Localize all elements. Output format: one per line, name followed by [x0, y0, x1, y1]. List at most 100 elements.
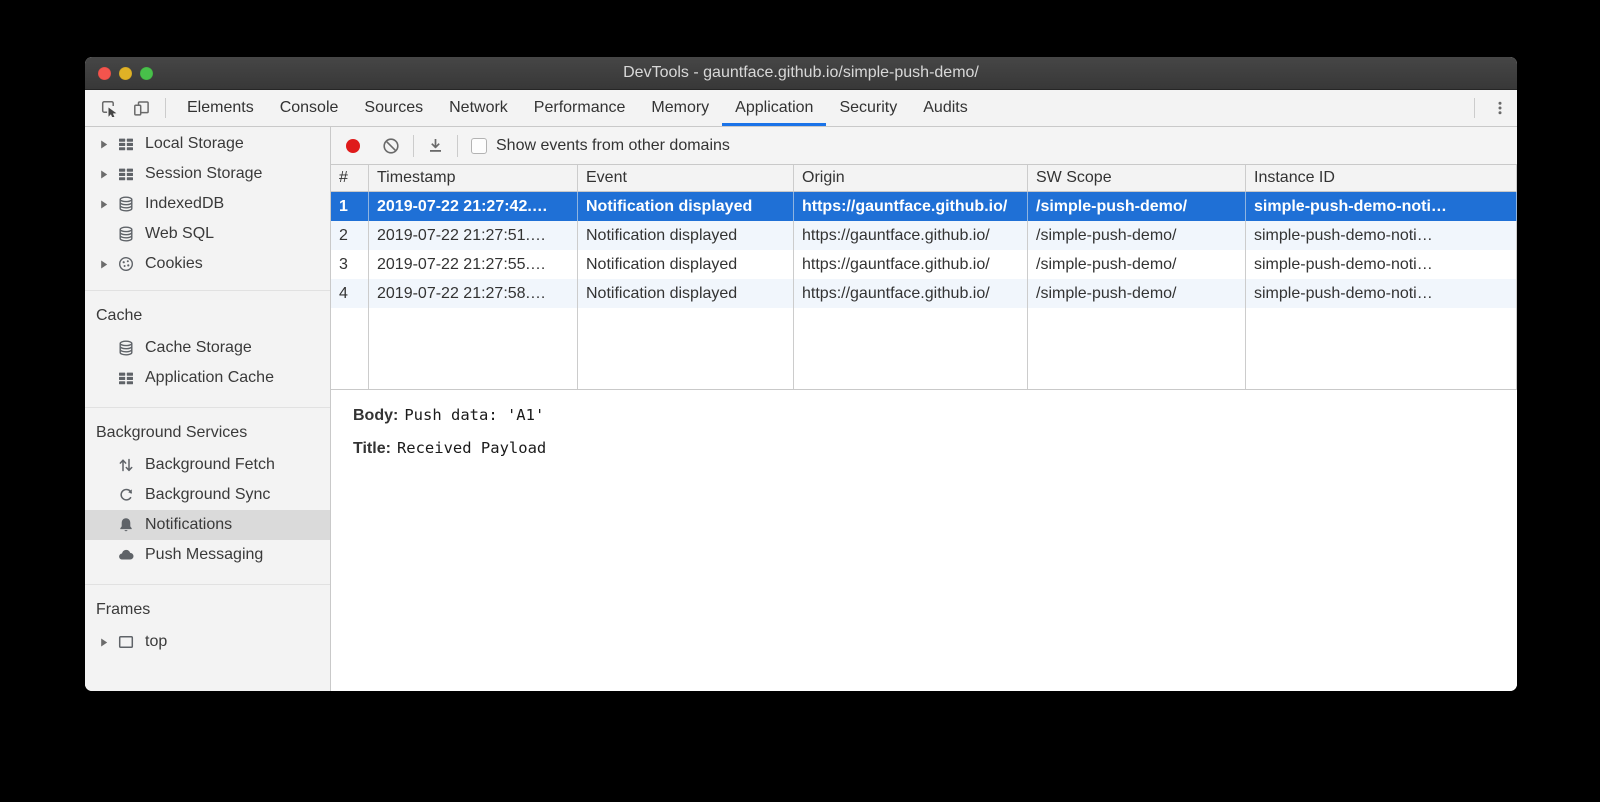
- inspect-element-button[interactable]: [93, 90, 125, 126]
- zoom-button[interactable]: [140, 67, 153, 80]
- detail-title-line: Title: Received Payload: [353, 439, 1495, 458]
- sidebar-item-notifications[interactable]: Notifications: [85, 510, 330, 540]
- disclosure-triangle-icon[interactable]: [100, 200, 116, 209]
- cell-sw-scope[interactable]: /simple-push-demo/: [1028, 279, 1246, 308]
- save-events-button[interactable]: [427, 137, 444, 154]
- cell-number[interactable]: 4: [331, 279, 369, 308]
- sidebar-item-session-storage[interactable]: Session Storage: [85, 159, 330, 189]
- show-events-checkbox[interactable]: [471, 138, 487, 154]
- cell-sw-scope[interactable]: /simple-push-demo/: [1028, 250, 1246, 279]
- disclosure-triangle-icon[interactable]: [100, 260, 116, 269]
- cloud-icon: [116, 547, 136, 563]
- frames-section: Frames top: [85, 584, 330, 671]
- sidebar-item-label: Web SQL: [145, 225, 214, 243]
- sidebar-item-cookies[interactable]: Cookies: [85, 249, 330, 279]
- table-icon: [116, 136, 136, 152]
- column-header-instance-id[interactable]: Instance ID: [1246, 165, 1517, 191]
- body-value: Push data: 'A1': [404, 406, 544, 424]
- sidebar-item-background-fetch[interactable]: Background Fetch: [85, 450, 330, 480]
- grid-header-row: # Timestamp Event Origin SW Scope Instan…: [331, 165, 1517, 192]
- cell-number[interactable]: 1: [331, 192, 369, 221]
- record-button[interactable]: [346, 139, 360, 153]
- notifications-event-grid: # Timestamp Event Origin SW Scope Instan…: [331, 165, 1517, 390]
- tab-sources[interactable]: Sources: [351, 90, 436, 126]
- devtools-tab-bar: Elements Console Sources Network Perform…: [85, 90, 1517, 127]
- inspect-icon: [101, 100, 118, 117]
- sidebar-item-local-storage[interactable]: Local Storage: [85, 129, 330, 159]
- database-icon: [116, 226, 136, 242]
- cell-origin[interactable]: https://gauntface.github.io/: [794, 250, 1028, 279]
- column-header-number[interactable]: #: [331, 165, 369, 191]
- devtools-menu-button[interactable]: [1483, 90, 1517, 126]
- cell-timestamp[interactable]: 2019-07-22 21:27:51.…: [369, 221, 578, 250]
- tab-console[interactable]: Console: [267, 90, 352, 126]
- disclosure-triangle-icon[interactable]: [100, 140, 116, 149]
- cell-instance-id[interactable]: simple-push-demo-noti…: [1246, 221, 1517, 250]
- cell-event[interactable]: Notification displayed: [578, 192, 794, 221]
- tab-audits[interactable]: Audits: [910, 90, 980, 126]
- cell-timestamp[interactable]: 2019-07-22 21:27:55.…: [369, 250, 578, 279]
- cell-instance-id[interactable]: simple-push-demo-noti…: [1246, 192, 1517, 221]
- table-row[interactable]: 3 2019-07-22 21:27:55.… Notification dis…: [331, 250, 1517, 279]
- disclosure-triangle-icon[interactable]: [100, 170, 116, 179]
- window-title: DevTools - gauntface.github.io/simple-pu…: [623, 64, 979, 82]
- sidebar-item-label: Push Messaging: [145, 546, 263, 564]
- tab-memory[interactable]: Memory: [638, 90, 722, 126]
- show-events-label[interactable]: Show events from other domains: [496, 137, 730, 155]
- clear-button[interactable]: [382, 137, 400, 155]
- table-row[interactable]: 2 2019-07-22 21:27:51.… Notification dis…: [331, 221, 1517, 250]
- cell-sw-scope[interactable]: /simple-push-demo/: [1028, 192, 1246, 221]
- notification-details-pane: Body: Push data: 'A1' Title: Received Pa…: [331, 390, 1517, 488]
- column-header-origin[interactable]: Origin: [794, 165, 1028, 191]
- cell-sw-scope[interactable]: /simple-push-demo/: [1028, 221, 1246, 250]
- cell-event[interactable]: Notification displayed: [578, 279, 794, 308]
- table-row[interactable]: 4 2019-07-22 21:27:58.… Notification dis…: [331, 279, 1517, 308]
- minimize-button[interactable]: [119, 67, 132, 80]
- background-services-section: Background Services Background Fetch Bac…: [85, 407, 330, 584]
- device-toolbar-button[interactable]: [125, 90, 157, 126]
- close-button[interactable]: [98, 67, 111, 80]
- cell-timestamp[interactable]: 2019-07-22 21:27:58.…: [369, 279, 578, 308]
- cell-origin[interactable]: https://gauntface.github.io/: [794, 192, 1028, 221]
- cell-number[interactable]: 2: [331, 221, 369, 250]
- sidebar-item-web-sql[interactable]: Web SQL: [85, 219, 330, 249]
- device-toolbar-icon: [133, 100, 150, 117]
- sidebar-item-push-messaging[interactable]: Push Messaging: [85, 540, 330, 570]
- cell-origin[interactable]: https://gauntface.github.io/: [794, 221, 1028, 250]
- section-header-cache: Cache: [85, 299, 330, 333]
- kebab-menu-icon: [1492, 100, 1508, 116]
- bell-icon: [116, 517, 136, 533]
- cache-section: Cache Cache Storage Application Cache: [85, 290, 330, 407]
- sidebar-item-indexeddb[interactable]: IndexedDB: [85, 189, 330, 219]
- cell-event[interactable]: Notification displayed: [578, 221, 794, 250]
- tab-application[interactable]: Application: [722, 90, 826, 126]
- tabbar-separator: [165, 98, 166, 118]
- database-icon: [116, 340, 136, 356]
- sidebar-item-cache-storage[interactable]: Cache Storage: [85, 333, 330, 363]
- cell-number[interactable]: 3: [331, 250, 369, 279]
- devtools-window: DevTools - gauntface.github.io/simple-pu…: [85, 57, 1517, 691]
- sidebar-item-label: Background Sync: [145, 486, 270, 504]
- tab-performance[interactable]: Performance: [521, 90, 639, 126]
- disclosure-triangle-icon[interactable]: [100, 638, 116, 647]
- sidebar-item-top-frame[interactable]: top: [85, 627, 330, 657]
- storage-section: Local Storage Session Storage IndexedDB: [85, 127, 330, 290]
- cell-origin[interactable]: https://gauntface.github.io/: [794, 279, 1028, 308]
- column-header-timestamp[interactable]: Timestamp: [369, 165, 578, 191]
- column-header-sw-scope[interactable]: SW Scope: [1028, 165, 1246, 191]
- cell-event[interactable]: Notification displayed: [578, 250, 794, 279]
- tab-network[interactable]: Network: [436, 90, 521, 126]
- frame-icon: [116, 634, 136, 650]
- column-header-event[interactable]: Event: [578, 165, 794, 191]
- sync-icon: [116, 487, 136, 503]
- title-label: Title:: [353, 440, 391, 458]
- table-row[interactable]: 1 2019-07-22 21:27:42.… Notification dis…: [331, 192, 1517, 221]
- tab-elements[interactable]: Elements: [174, 90, 267, 126]
- sidebar-item-application-cache[interactable]: Application Cache: [85, 363, 330, 393]
- cell-timestamp[interactable]: 2019-07-22 21:27:42.…: [369, 192, 578, 221]
- tab-security[interactable]: Security: [826, 90, 910, 126]
- sidebar-item-background-sync[interactable]: Background Sync: [85, 480, 330, 510]
- cell-instance-id[interactable]: simple-push-demo-noti…: [1246, 250, 1517, 279]
- traffic-lights: [98, 57, 153, 89]
- cell-instance-id[interactable]: simple-push-demo-noti…: [1246, 279, 1517, 308]
